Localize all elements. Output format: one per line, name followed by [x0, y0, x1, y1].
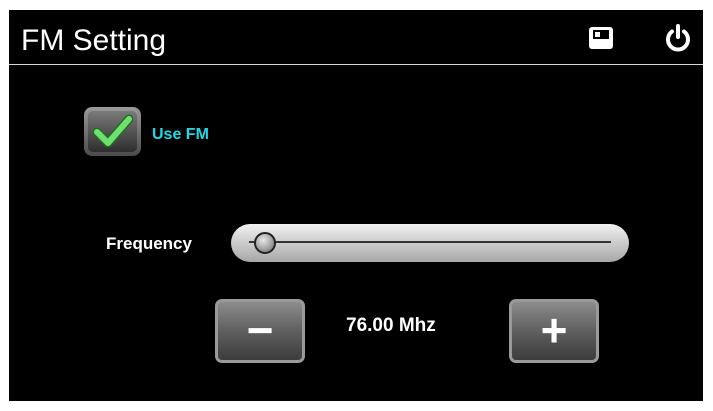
frequency-value: 76.00 Mhz [346, 315, 436, 336]
frequency-label: Frequency [106, 234, 192, 253]
save-button[interactable] [585, 22, 617, 54]
power-icon [666, 24, 690, 52]
slider-thumb[interactable] [254, 232, 276, 254]
frequency-slider[interactable] [231, 224, 629, 262]
use-fm-label[interactable]: Use FM [152, 125, 209, 145]
header-bar: FM Setting [9, 10, 703, 68]
fm-setting-screen: FM Setting Use FM Frequency − 76.00 Mhz … [9, 10, 703, 401]
header-divider [9, 64, 703, 65]
checkmark-icon [93, 114, 133, 148]
increase-frequency-button[interactable]: + [509, 299, 599, 363]
page-title: FM Setting [21, 24, 167, 57]
use-fm-checkbox[interactable] [84, 107, 141, 156]
slider-rail [249, 241, 611, 243]
decrease-frequency-button[interactable]: − [215, 299, 305, 363]
checkbox-face [88, 111, 137, 152]
save-icon [589, 27, 613, 49]
power-button[interactable] [662, 22, 694, 54]
